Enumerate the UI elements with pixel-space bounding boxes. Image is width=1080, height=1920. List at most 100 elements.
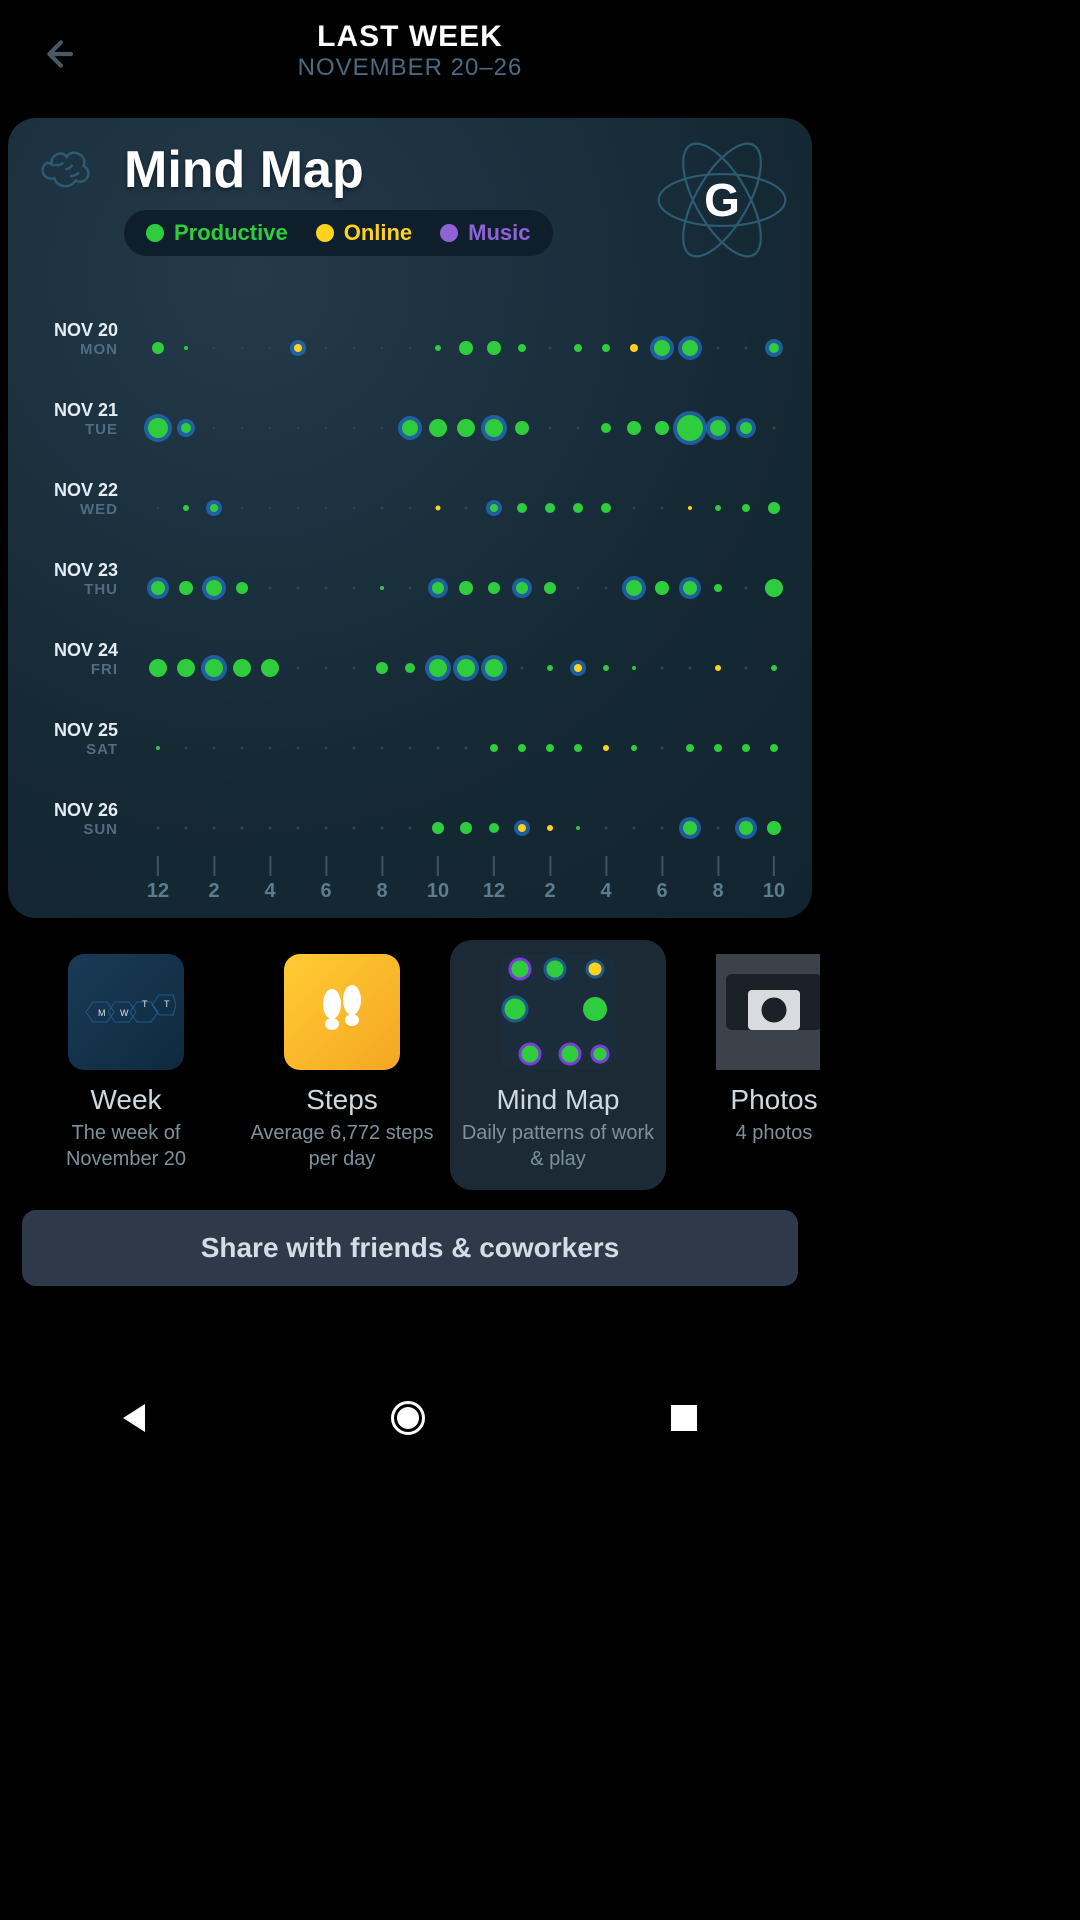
chart-row: NOV 20MON [28,308,802,388]
hour-dot [325,747,328,750]
carousel[interactable]: MWTTWeekThe week of November 20StepsAver… [0,918,820,1190]
activity-bubble [632,666,636,670]
activity-bubble [233,659,251,677]
activity-bubble [654,340,670,356]
hour-dot [605,587,608,590]
activity-bubble [576,826,580,830]
x-tick-label: 12 [147,880,169,903]
row-label: NOV 23THU [28,560,118,598]
hour-dot [185,827,188,830]
row-track [130,708,802,788]
hour-dot [213,827,216,830]
hour-dot [577,427,580,430]
activity-bubble [516,582,528,594]
x-tick-label: 4 [264,880,275,903]
row-track [130,388,802,468]
activity-bubble [457,419,475,437]
chart-row: NOV 25SAT [28,708,802,788]
x-tick-label: 2 [544,880,555,903]
activity-bubble [518,744,526,752]
hour-dot [661,827,664,830]
activity-bubble [152,342,164,354]
activity-bubble [183,505,189,511]
chart-row: NOV 23THU [28,548,802,628]
x-tick: 12 [483,856,505,903]
x-tick: 4 [264,856,275,903]
svg-text:T: T [142,999,148,1009]
row-label: NOV 21TUE [28,400,118,438]
hour-dot [353,347,356,350]
back-button[interactable] [32,30,80,78]
share-button[interactable]: Share with friends & coworkers [22,1210,798,1286]
svg-text:W: W [120,1008,129,1018]
activity-bubble [742,744,750,752]
legend-label: Online [344,220,412,246]
activity-bubble [631,745,637,751]
activity-bubble [432,582,444,594]
carousel-card-photos[interactable]: Photos4 photos [666,940,820,1190]
activity-bubble [436,506,441,511]
carousel-title: Week [90,1084,161,1116]
carousel-thumb [500,954,616,1070]
activity-bubble [429,659,447,677]
chart-row: NOV 26SUN [28,788,802,868]
carousel-thumb: MWTT [68,954,184,1070]
legend-item-productive: Productive [146,220,288,246]
activity-bubble [210,504,218,512]
hour-dot [269,507,272,510]
android-nav-bar [0,1378,820,1458]
carousel-title: Mind Map [497,1084,620,1116]
activity-bubble [380,586,384,590]
arrow-left-icon [36,34,76,74]
x-tick-label: 10 [763,880,785,903]
activity-bubble [573,503,583,513]
carousel-title: Steps [306,1084,378,1116]
hour-dot [325,427,328,430]
page-subtitle: NOVEMBER 20–26 [298,54,523,82]
activity-bubble [544,582,556,594]
hour-dot [381,507,384,510]
hour-dot [661,667,664,670]
atom-badge[interactable]: G [650,128,794,272]
row-label: NOV 25SAT [28,720,118,758]
hour-dot [353,427,356,430]
activity-bubble [740,422,752,434]
svg-text:M: M [98,1008,106,1018]
activity-bubble [432,822,444,834]
hour-dot [773,427,776,430]
activity-bubble [688,506,692,510]
carousel-card-week[interactable]: MWTTWeekThe week of November 20 [18,940,234,1190]
hour-dot [717,827,720,830]
hour-dot [353,747,356,750]
activity-bubble [205,659,223,677]
nav-back-icon[interactable] [123,1404,145,1432]
hour-dot [633,507,636,510]
row-date: NOV 23 [28,560,118,581]
chart: NOV 20MONNOV 21TUENOV 22WEDNOV 23THUNOV … [28,308,802,903]
carousel-card-mindmap[interactable]: Mind Map Daily patterns of work & play [450,940,666,1190]
nav-home-icon[interactable] [391,1401,425,1435]
hour-dot [325,827,328,830]
activity-bubble [485,419,503,437]
row-date: NOV 20 [28,320,118,341]
hour-dot [241,747,244,750]
legend-item-music: Music [440,220,530,246]
hour-dot [269,347,272,350]
carousel-card-steps[interactable]: StepsAverage 6,772 steps per day [234,940,450,1190]
hour-dot [409,827,412,830]
activity-bubble [487,341,501,355]
activity-bubble [435,345,441,351]
nav-recent-icon[interactable] [671,1405,697,1431]
hour-dot [549,347,552,350]
legend-dot [146,224,164,242]
row-date: NOV 21 [28,400,118,421]
activity-bubble [677,415,703,441]
activity-bubble [457,659,475,677]
hour-dot [633,827,636,830]
hour-dot [353,667,356,670]
activity-bubble [686,744,694,752]
carousel-subtitle: Daily patterns of work & play [456,1120,660,1172]
activity-bubble [655,421,669,435]
row-dow: TUE [28,421,118,438]
activity-bubble [517,503,527,513]
